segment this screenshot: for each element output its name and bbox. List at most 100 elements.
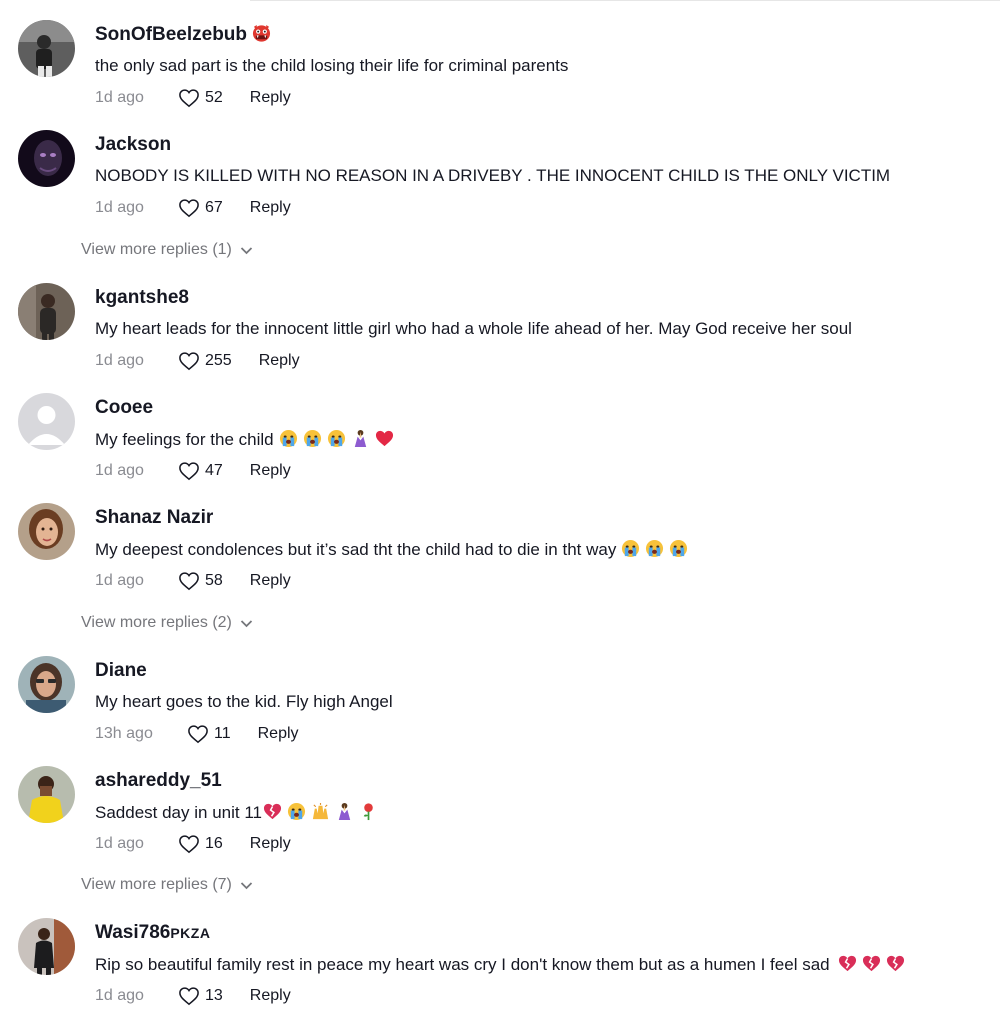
comment-meta: 1d ago 52 Reply — [95, 86, 291, 110]
heart-outline-icon — [179, 352, 199, 371]
comment-time: 1d ago — [95, 462, 144, 479]
chevron-down-icon — [240, 619, 253, 627]
username-suffix: PKZA — [170, 925, 211, 941]
praying-hands-icon — [335, 802, 354, 821]
comment-item: Shanaz Nazir My deepest condolences but … — [18, 503, 993, 603]
chevron-down-icon — [240, 881, 253, 889]
like-count: 13 — [205, 987, 223, 1004]
comment-meta: 13h ago 11 Reply — [95, 722, 299, 746]
heart-outline-icon — [179, 572, 199, 591]
like-count: 16 — [205, 835, 223, 852]
comment-item: Cooee My feelings for the child 1d ago 4… — [18, 393, 993, 493]
avatar[interactable] — [18, 393, 75, 450]
view-more-replies-button[interactable]: View more replies (2) — [81, 614, 253, 632]
comment-item: kgantshe8 My heart leads for the innocen… — [18, 283, 993, 383]
comment-text: My deepest condolences but it’s sad tht … — [95, 539, 688, 560]
ogre-icon — [252, 24, 271, 43]
comment-username[interactable]: Diane — [95, 660, 147, 682]
broken-heart-icon — [263, 802, 282, 821]
rose-icon — [359, 802, 378, 821]
comment-item: SonOfBeelzebub the only sad part is the … — [18, 20, 993, 120]
like-button[interactable]: 255 — [178, 351, 232, 371]
like-button[interactable]: 11 — [187, 724, 231, 744]
comment-time: 1d ago — [95, 352, 144, 369]
comment-text-body: My feelings for the child — [95, 430, 274, 449]
comment-time: 1d ago — [95, 987, 144, 1004]
avatar[interactable] — [18, 918, 75, 975]
comment-username[interactable]: kgantshe8 — [95, 287, 189, 309]
comment-time: 13h ago — [95, 725, 153, 742]
comment-username[interactable]: Wasi786PKZA — [95, 922, 210, 944]
reply-button[interactable]: Reply — [250, 572, 291, 590]
reply-button[interactable]: Reply — [250, 462, 291, 480]
reply-button[interactable]: Reply — [250, 835, 291, 853]
comment-meta: 1d ago 58 Reply — [95, 569, 291, 593]
crying-face-icon — [287, 802, 306, 821]
like-button[interactable]: 47 — [178, 461, 223, 481]
comment-text: Rip so beautiful family rest in peace my… — [95, 954, 905, 975]
comment-text: My heart leads for the innocent little g… — [95, 319, 852, 338]
comment-username[interactable]: Cooee — [95, 397, 153, 419]
comment-meta: 1d ago 16 Reply — [95, 832, 291, 856]
comment-time: 1d ago — [95, 835, 144, 852]
heart-outline-icon — [179, 462, 199, 481]
like-count: 58 — [205, 572, 223, 589]
comment-text-body: Saddest day in unit 11 — [95, 803, 262, 822]
like-count: 52 — [205, 89, 223, 106]
comment-text-body: Rip so beautiful family rest in peace my… — [95, 955, 830, 974]
comment-text: My feelings for the child — [95, 429, 394, 450]
avatar[interactable] — [18, 656, 75, 713]
praying-hands-icon — [351, 429, 370, 448]
reply-button[interactable]: Reply — [250, 199, 291, 217]
reply-button[interactable]: Reply — [259, 352, 300, 370]
avatar[interactable] — [18, 283, 75, 340]
comment-username[interactable]: Shanaz Nazir — [95, 507, 213, 529]
like-button[interactable]: 16 — [178, 834, 223, 854]
view-more-replies-button[interactable]: View more replies (1) — [81, 241, 253, 259]
like-button[interactable]: 58 — [178, 571, 223, 591]
avatar[interactable] — [18, 20, 75, 77]
username-main: Wasi786 — [95, 922, 171, 943]
comment-meta: 1d ago 47 Reply — [95, 459, 291, 483]
comment-text: My heart goes to the kid. Fly high Angel — [95, 692, 393, 711]
crying-face-icon — [303, 429, 322, 448]
comment-meta: 1d ago 67 Reply — [95, 196, 291, 220]
top-divider — [250, 0, 1000, 1]
comment-text-body: My deepest condolences but it’s sad tht … — [95, 540, 617, 559]
like-button[interactable]: 52 — [178, 88, 223, 108]
comment-item: Wasi786PKZA Rip so beautiful family rest… — [18, 918, 993, 1018]
crying-face-icon — [669, 539, 688, 558]
avatar[interactable] — [18, 766, 75, 823]
red-heart-icon — [375, 429, 394, 448]
reply-button[interactable]: Reply — [250, 89, 291, 107]
comment-text: NOBODY IS KILLED WITH NO REASON IN A DRI… — [95, 166, 891, 185]
heart-outline-icon — [179, 199, 199, 218]
heart-outline-icon — [179, 987, 199, 1006]
comment-meta: 1d ago 255 Reply — [95, 349, 300, 373]
comment-username[interactable]: SonOfBeelzebub — [95, 24, 271, 46]
avatar[interactable] — [18, 130, 75, 187]
comment-item: ashareddy_51 Saddest day in unit 11 1d a… — [18, 766, 993, 866]
reply-button[interactable]: Reply — [258, 725, 299, 743]
raised-hands-icon — [311, 802, 330, 821]
crying-face-icon — [327, 429, 346, 448]
comment-time: 1d ago — [95, 199, 144, 216]
like-count: 255 — [205, 352, 232, 369]
view-more-replies-button[interactable]: View more replies (7) — [81, 876, 253, 894]
view-more-replies-label: View more replies (1) — [81, 241, 232, 258]
heart-outline-icon — [179, 89, 199, 108]
comment-text: the only sad part is the child losing th… — [95, 56, 569, 75]
chevron-down-icon — [240, 246, 253, 254]
comment-username[interactable]: Jackson — [95, 134, 171, 156]
like-button[interactable]: 13 — [178, 986, 223, 1006]
comment-time: 1d ago — [95, 572, 144, 589]
reply-button[interactable]: Reply — [250, 987, 291, 1005]
comment-item: Jackson NOBODY IS KILLED WITH NO REASON … — [18, 130, 993, 230]
like-button[interactable]: 67 — [178, 198, 223, 218]
heart-outline-icon — [179, 835, 199, 854]
crying-face-icon — [645, 539, 664, 558]
view-more-replies-label: View more replies (2) — [81, 614, 232, 631]
broken-heart-icon — [838, 954, 857, 973]
avatar[interactable] — [18, 503, 75, 560]
comment-username[interactable]: ashareddy_51 — [95, 770, 222, 792]
